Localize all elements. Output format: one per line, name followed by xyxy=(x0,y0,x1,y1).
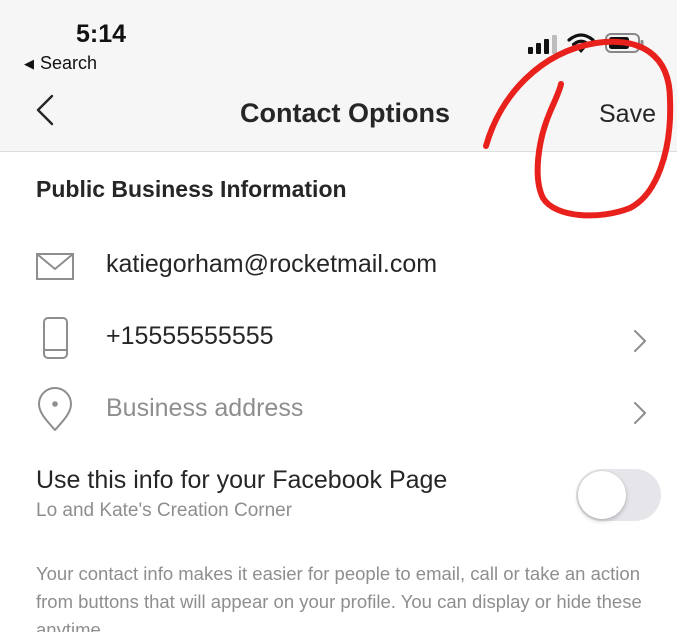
back-triangle-icon: ◀ xyxy=(24,55,34,71)
phone-row[interactable]: +15555555555 xyxy=(0,312,677,368)
back-to-app-link[interactable]: ◀ Search xyxy=(24,53,97,74)
facebook-toggle-label: Use this info for your Facebook Page xyxy=(36,466,448,494)
address-row[interactable]: Business address xyxy=(0,384,677,440)
contact-options-screen: 5:14 ◀ Search Contact Options Save Publi… xyxy=(0,0,677,632)
cellular-signal-icon xyxy=(528,35,557,54)
facebook-page-name: Lo and Kate's Creation Corner xyxy=(36,500,293,521)
section-title: Public Business Information xyxy=(36,176,347,202)
wifi-icon xyxy=(567,32,595,54)
chevron-right-icon xyxy=(632,400,648,431)
facebook-toggle[interactable] xyxy=(576,469,661,521)
top-bar: 5:14 ◀ Search Contact Options Save xyxy=(0,0,677,152)
battery-icon xyxy=(605,32,645,54)
location-pin-icon xyxy=(34,387,76,437)
back-to-app-label: Search xyxy=(40,53,98,73)
email-field: katiegorham@rocketmail.com xyxy=(106,250,438,278)
business-address-field: Business address xyxy=(106,394,304,422)
toggle-knob xyxy=(578,471,626,519)
save-button[interactable]: Save xyxy=(599,100,656,129)
email-row[interactable]: katiegorham@rocketmail.com xyxy=(0,240,677,296)
status-time: 5:14 xyxy=(76,20,127,48)
mail-icon xyxy=(34,248,76,289)
page-title: Contact Options xyxy=(240,98,450,128)
phone-field: +15555555555 xyxy=(106,322,274,350)
status-icons xyxy=(528,30,645,54)
chevron-right-icon xyxy=(632,328,648,359)
footer-note: Your contact info makes it easier for pe… xyxy=(36,563,642,632)
phone-icon xyxy=(34,317,76,367)
